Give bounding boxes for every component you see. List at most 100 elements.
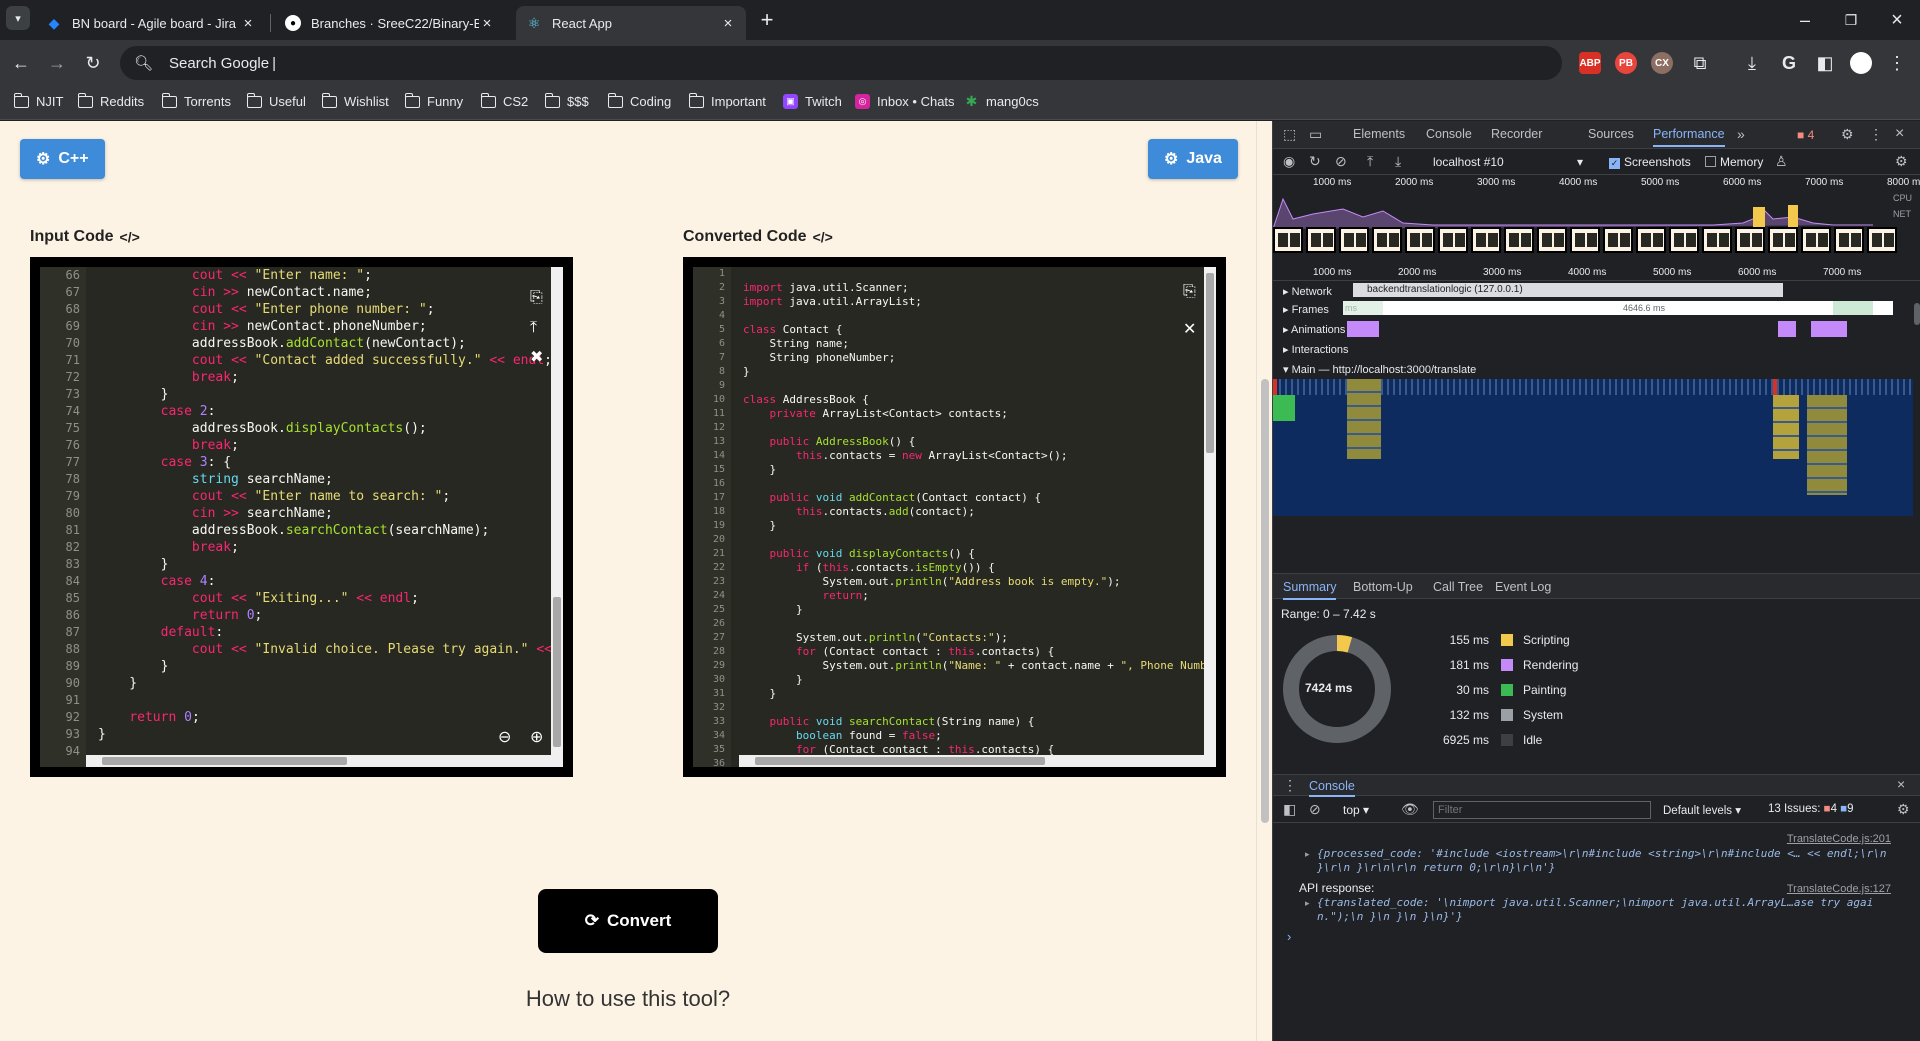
puzzle-icon[interactable]: ⧉ — [1685, 48, 1715, 78]
interactions-track-label[interactable]: ▸ Interactions — [1283, 343, 1348, 356]
zoom-out-icon[interactable]: ⊖ — [498, 727, 511, 747]
close-icon[interactable]: ✕ — [1183, 319, 1196, 339]
context-select[interactable]: top ▾ — [1343, 803, 1369, 817]
screenshot-thumb[interactable] — [1702, 227, 1732, 253]
input-editor-surface[interactable]: 66 67 68 69 70 71 72 73 74 75 76 77 78 79 80 81 82 83 84 85… — [40, 267, 563, 767]
source-language-button[interactable]: ⚙ C++ — [20, 139, 105, 179]
tab-sources[interactable]: Sources — [1588, 121, 1634, 147]
input-code-text[interactable]: cout << "Enter name: "; cin >> newContac… — [98, 267, 563, 760]
bookmark-coding[interactable]: Coding — [607, 92, 671, 109]
screenshot-thumb[interactable] — [1339, 227, 1369, 253]
screenshot-thumb[interactable] — [1471, 227, 1501, 253]
screenshot-thumb[interactable] — [1570, 227, 1600, 253]
close-icon[interactable]: × — [720, 15, 736, 32]
drawer-menu-icon[interactable]: ⋮ — [1283, 777, 1297, 794]
screenshot-thumb[interactable] — [1636, 227, 1666, 253]
network-track-label[interactable]: ▸ Network — [1283, 285, 1332, 298]
screenshot-thumb[interactable] — [1537, 227, 1567, 253]
bookmark-torrents[interactable]: Torrents — [161, 92, 231, 109]
screenshots-checkbox[interactable]: ✓ Screenshots — [1609, 155, 1691, 169]
close-icon[interactable]: × — [479, 15, 495, 32]
tab-performance[interactable]: Performance — [1653, 121, 1725, 147]
input-vertical-scrollbar[interactable] — [551, 267, 563, 767]
avatar[interactable] — [1846, 48, 1876, 78]
adblock-icon[interactable]: ABP — [1579, 52, 1601, 74]
console-filter-input[interactable] — [1433, 801, 1651, 819]
inspect-icon[interactable]: ⬚ — [1283, 126, 1296, 143]
screenshot-thumb[interactable] — [1504, 227, 1534, 253]
capture-settings-icon[interactable]: ⚙ — [1895, 153, 1908, 170]
eye-icon[interactable]: 👁︎ — [1401, 801, 1419, 818]
tab-github[interactable]: ● Branches · SreeC22/Binary-Brain × — [275, 6, 505, 40]
bookmark-important[interactable]: Important — [688, 92, 766, 109]
tab-bottom-up[interactable]: Bottom-Up — [1353, 574, 1413, 600]
issues-badge[interactable]: 13 Issues: ■4 ■9 — [1768, 803, 1854, 815]
side-panel-icon[interactable]: ◧ — [1810, 48, 1840, 78]
omnibox[interactable]: 🔍︎ Search Google | — [120, 46, 1562, 80]
clear-icon[interactable]: ⊘ — [1335, 153, 1347, 170]
log-source-2[interactable]: TranslateCode.js:127 — [1787, 883, 1891, 895]
download-icon[interactable]: ⤓ — [1737, 48, 1767, 78]
copy-icon[interactable]: ⎘ — [530, 289, 543, 307]
settings-icon[interactable]: ⚙ — [1841, 126, 1854, 143]
menu-icon[interactable]: ⋮ — [1882, 48, 1912, 78]
page-scrollbar[interactable] — [1256, 121, 1272, 1041]
bookmark-wishlist[interactable]: Wishlist — [321, 92, 389, 109]
clear-console-icon[interactable]: ⊘ — [1309, 801, 1321, 818]
cleanup-icon[interactable]: ♙ — [1775, 153, 1788, 170]
extension-icon[interactable]: CX — [1651, 52, 1673, 74]
tab-elements[interactable]: Elements — [1353, 121, 1405, 147]
close-icon[interactable]: × — [240, 15, 256, 32]
bookmark-twitch[interactable]: ▣ Twitch — [783, 94, 842, 109]
log-line-1a[interactable]: {processed_code: '#include <iostream>\r\… — [1317, 847, 1887, 860]
screenshot-thumb[interactable] — [1372, 227, 1402, 253]
console-prompt[interactable]: › — [1287, 929, 1291, 944]
screenshot-thumb[interactable] — [1273, 227, 1303, 253]
screenshot-thumb[interactable] — [1801, 227, 1831, 253]
tab-jira[interactable]: ◆ BN board - Agile board - Jira × — [36, 6, 266, 40]
target-language-button[interactable]: ⚙ Java — [1148, 139, 1238, 179]
zoom-in-icon[interactable]: ⊕ — [530, 727, 543, 747]
animations-track-label[interactable]: ▸ Animations — [1283, 323, 1345, 336]
tab-search-chevron-icon[interactable]: ▾ — [6, 6, 30, 30]
screenshot-thumb[interactable] — [1867, 227, 1897, 253]
reload-icon[interactable]: ↻ — [78, 48, 108, 78]
grammarly-icon[interactable]: G — [1774, 48, 1804, 78]
timeline-overview[interactable]: 1000 ms 2000 ms 3000 ms 4000 ms 5000 ms 6000 … — [1273, 175, 1920, 265]
memory-checkbox[interactable]: Memory — [1705, 155, 1763, 169]
recording-select[interactable]: localhost #10 ▾ — [1433, 155, 1583, 169]
animation-block[interactable] — [1811, 321, 1847, 337]
tab-call-tree[interactable]: Call Tree — [1433, 574, 1483, 600]
animation-block[interactable] — [1778, 321, 1796, 337]
window-close-icon[interactable]: × — [1882, 5, 1912, 35]
restore-icon[interactable]: ❐ — [1836, 5, 1866, 35]
bookmark-reddits[interactable]: Reddits — [77, 92, 144, 109]
output-code-text[interactable]: import java.util.Scanner; import java.uti… — [743, 267, 1216, 767]
main-track-label[interactable]: ▾ Main — http://localhost:3000/translate — [1283, 363, 1476, 376]
screenshot-thumb[interactable] — [1306, 227, 1336, 253]
forward-icon[interactable]: → — [42, 48, 72, 78]
privacy-badger-icon[interactable]: PB — [1615, 52, 1637, 74]
screenshot-thumb[interactable] — [1405, 227, 1435, 253]
screenshot-thumb[interactable] — [1438, 227, 1468, 253]
kebab-icon[interactable]: ⋮ — [1869, 126, 1883, 143]
tracks-scrollbar[interactable] — [1913, 281, 1920, 516]
close-drawer-icon[interactable]: × — [1897, 776, 1905, 792]
close-devtools-icon[interactable]: × — [1895, 125, 1904, 143]
tab-recorder[interactable]: Recorder — [1491, 121, 1542, 147]
animation-block[interactable] — [1347, 321, 1379, 337]
bookmark-njit[interactable]: NJIT — [13, 92, 63, 109]
output-vertical-scrollbar[interactable] — [1204, 267, 1216, 767]
screenshot-thumb[interactable] — [1669, 227, 1699, 253]
log-levels-select[interactable]: Default levels ▾ — [1663, 803, 1741, 817]
network-request-bar[interactable]: backendtranslationlogic (127.0.0.1) — [1353, 283, 1783, 297]
expand-icon[interactable]: ▸ — [1305, 849, 1310, 860]
tab-console-drawer[interactable]: Console — [1309, 775, 1355, 797]
screenshot-thumb[interactable] — [1603, 227, 1633, 253]
minimize-icon[interactable]: – — [1790, 5, 1820, 35]
bookmark-useful[interactable]: Useful — [246, 92, 306, 109]
output-editor-surface[interactable]: 1 2 3 4 5 6 7 8 9 10 11 12 13 14 15 16 17 18 19 20 21 22 23 24 2… — [693, 267, 1216, 767]
screenshot-thumb[interactable] — [1768, 227, 1798, 253]
console-settings-icon[interactable]: ⚙ — [1897, 801, 1910, 818]
download-icon[interactable]: ⤓ — [1395, 153, 1401, 170]
